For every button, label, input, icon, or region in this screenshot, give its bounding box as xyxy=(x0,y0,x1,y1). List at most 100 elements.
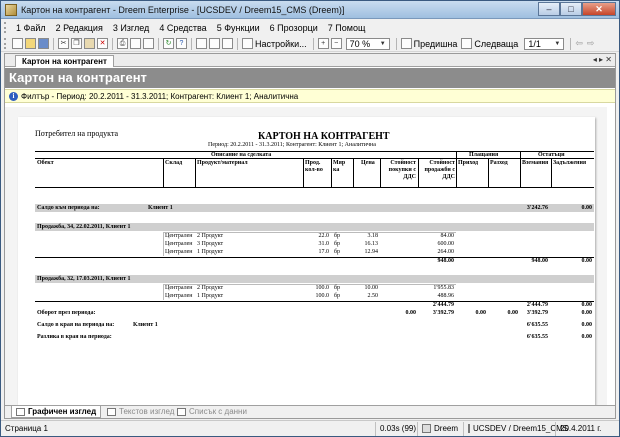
forward-arrow-icon[interactable]: ⇨ xyxy=(587,38,595,49)
opening-balance-row xyxy=(35,204,594,212)
minimize-button[interactable]: – xyxy=(538,1,560,16)
next-page-icon[interactable] xyxy=(461,38,473,49)
col-qty-header: Прод. кол-во xyxy=(305,160,323,173)
app-icon xyxy=(5,3,17,16)
app-window: Картон на контрагент - Dreem Enterprise … xyxy=(0,0,620,437)
turnover-owed: 3'392.79 xyxy=(526,310,548,316)
next-page-button[interactable]: Следваща xyxy=(474,39,518,49)
layout-icon[interactable] xyxy=(196,38,207,49)
turnover-label: Оборот през периода: xyxy=(37,310,96,316)
print-preview-icon[interactable] xyxy=(130,38,141,49)
tab-kontragent-card[interactable]: Картон на контрагент xyxy=(15,55,114,67)
line-qty: 17.0 xyxy=(318,249,330,255)
tab-graphic-view-label: Графичен изглед xyxy=(28,406,97,416)
page-value: 1/1 xyxy=(528,38,541,49)
copy-icon[interactable]: ❐ xyxy=(71,38,82,49)
cut-icon[interactable]: ✂ xyxy=(58,38,69,49)
status-page: Страница 1 xyxy=(5,423,48,433)
open-folder-icon[interactable] xyxy=(25,38,36,49)
print-icon[interactable]: ⎙ xyxy=(117,38,128,49)
col-income-header: Приход xyxy=(458,160,479,166)
previous-page-icon[interactable] xyxy=(400,38,412,49)
menu-windows[interactable]: 6 Прозорци xyxy=(265,23,323,33)
header-top-line xyxy=(35,151,594,152)
table-view-icon[interactable] xyxy=(209,38,220,49)
line-product: 1 Продукт xyxy=(197,249,224,255)
delete-icon[interactable]: ✕ xyxy=(97,38,108,49)
page-select[interactable]: 1/1 ▼ xyxy=(524,37,565,50)
refresh-icon[interactable]: ↻ xyxy=(163,38,174,49)
group-payments-header: Плащания xyxy=(469,152,499,158)
help-icon[interactable]: ? xyxy=(176,38,187,49)
tab-data-list-label: Списък с данни xyxy=(189,407,247,416)
menu-tools[interactable]: 4 Средства xyxy=(154,23,211,33)
sale-total-owed: 2'444.79 xyxy=(526,302,548,308)
report-viewport[interactable]: Потребител на продукта КАРТОН НА КОНТРАГ… xyxy=(5,107,607,405)
header-mid-line xyxy=(35,158,594,159)
paste-icon[interactable] xyxy=(84,38,95,49)
line-unit: бр xyxy=(334,285,341,291)
menu-edit[interactable]: 2 Редакция xyxy=(51,23,108,33)
new-document-icon[interactable] xyxy=(12,38,23,49)
sale-total-sales: 948.00 xyxy=(437,258,455,264)
settings-button[interactable]: Настройки... xyxy=(255,39,307,49)
toolbar-grip xyxy=(4,38,7,49)
line-product: 1 Продукт xyxy=(197,293,224,299)
status-db-label: UCSDEV / Dreem15_CMS xyxy=(473,423,569,433)
col-price-header: Цена xyxy=(361,160,375,166)
previous-page-button[interactable]: Предишна xyxy=(414,39,458,49)
difference-owed: 6'635.55 xyxy=(526,334,548,340)
menu-grip xyxy=(4,22,7,33)
menu-bar: 1 Файл 2 Редакция 3 Изглед 4 Средства 5 … xyxy=(1,20,619,35)
tab-text-view[interactable]: Текстов изглед xyxy=(103,406,178,418)
line-price: 3.18 xyxy=(367,233,379,239)
sale-title: Продажба, 34, 22.02.2011, Клиент 1 xyxy=(37,224,131,230)
turnover-purchases: 0.00 xyxy=(405,310,417,316)
col-liabilities-header: Задължения xyxy=(553,160,587,166)
back-arrow-icon[interactable]: ⇦ xyxy=(575,38,583,49)
turnover-income: 0.00 xyxy=(475,310,487,316)
product-consumer-label: Потребител на продукта xyxy=(35,129,119,138)
menu-file[interactable]: 1 Файл xyxy=(11,23,51,33)
maximize-button[interactable]: □ xyxy=(560,1,582,16)
opening-balance-owed: 3'242.76 xyxy=(526,205,548,211)
col-expense-header: Разход xyxy=(490,160,508,166)
line-product: 2 Продукт xyxy=(197,285,224,291)
line-qty: 100.0 xyxy=(315,285,330,291)
header-bottom-line xyxy=(35,187,594,188)
sale-title: Продажба, 32, 17.03.2011, Клиент 1 xyxy=(37,276,131,282)
line-warehouse: Централен xyxy=(165,241,193,247)
line-qty: 31.0 xyxy=(318,241,330,247)
line-sales: 264.00 xyxy=(437,249,455,255)
tab-graphic-view[interactable]: Графичен изглед xyxy=(11,406,102,418)
line-price: 16.13 xyxy=(364,241,379,247)
menu-functions[interactable]: 5 Функции xyxy=(212,23,265,33)
line-warehouse: Централен xyxy=(165,293,193,299)
settings-icon[interactable] xyxy=(242,38,253,49)
close-button[interactable]: ✕ xyxy=(582,1,616,16)
chart-icon[interactable] xyxy=(222,38,233,49)
line-warehouse: Централен xyxy=(165,249,193,255)
line-qty: 100.0 xyxy=(315,293,330,299)
status-app-label: Dreem xyxy=(434,423,459,433)
line-product: 2 Продукт xyxy=(197,233,224,239)
database-icon xyxy=(468,424,470,433)
report-page: Потребител на продукта КАРТОН НА КОНТРАГ… xyxy=(18,117,595,405)
zoom-in-icon[interactable]: + xyxy=(317,38,329,49)
filter-text: Филтър - Период: 20.2.2011 - 31.3.2011; … xyxy=(21,91,299,101)
line-price: 10.00 xyxy=(364,285,379,291)
tab-data-list[interactable]: Списък с данни xyxy=(173,406,251,418)
line-unit: бр xyxy=(334,293,341,299)
sale-total-owed: 948.00 xyxy=(531,258,549,264)
export-icon[interactable] xyxy=(143,38,154,49)
menu-help[interactable]: 7 Помощ xyxy=(323,23,371,33)
turnover-liab: 0.00 xyxy=(581,310,593,316)
line-sales: 1'955.83 xyxy=(433,285,454,291)
zoom-select[interactable]: 70 % ▼ xyxy=(345,37,390,50)
tab-controls[interactable]: ◂ ▸ ✕ xyxy=(593,55,612,64)
difference-label: Разлика в края на периода: xyxy=(37,334,112,340)
report-title: КАРТОН НА КОНТРАГЕНТ xyxy=(258,131,390,142)
menu-view[interactable]: 3 Изглед xyxy=(108,23,155,33)
save-icon[interactable] xyxy=(38,38,49,49)
zoom-out-icon[interactable]: − xyxy=(330,38,342,49)
